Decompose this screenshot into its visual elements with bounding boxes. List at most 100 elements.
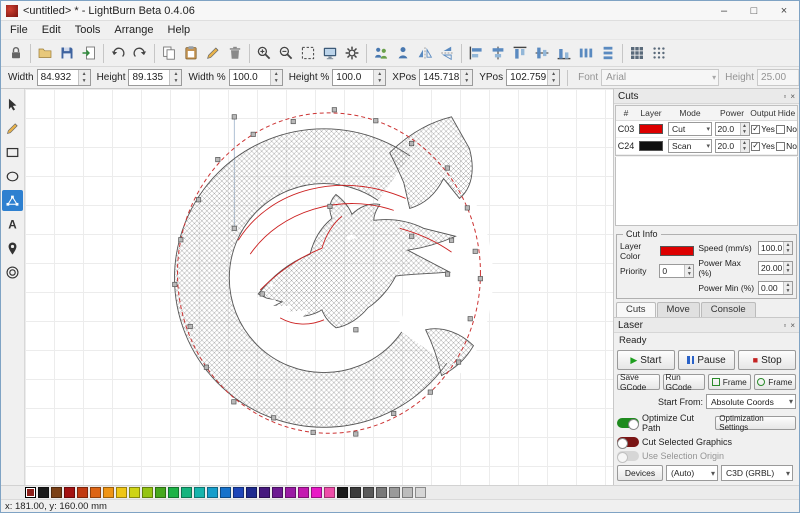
menu-file[interactable]: File <box>3 22 35 38</box>
font-select[interactable]: Arial <box>601 69 719 86</box>
selection-node[interactable] <box>354 432 358 436</box>
selection-node[interactable] <box>216 157 220 161</box>
palette-color-30[interactable] <box>415 487 426 498</box>
layer-power-input[interactable]: 20.0 <box>715 139 750 153</box>
open-file-button[interactable] <box>34 42 56 65</box>
preview-button[interactable] <box>319 42 341 65</box>
tab-console[interactable]: Console <box>701 302 756 317</box>
font-height-spinner[interactable] <box>798 70 799 85</box>
width-spinner[interactable] <box>78 70 90 85</box>
tab-cuts[interactable]: Cuts <box>616 302 656 317</box>
dock-close-icon[interactable]: × <box>790 321 795 330</box>
flip-vertical-button[interactable] <box>436 42 458 65</box>
palette-color-6[interactable] <box>103 487 114 498</box>
selection-node[interactable] <box>456 360 460 364</box>
selection-node[interactable] <box>232 400 236 404</box>
selection-node[interactable] <box>232 226 236 230</box>
flip-horizontal-button[interactable] <box>414 42 436 65</box>
priority-input[interactable]: 0 <box>659 264 694 278</box>
ellipse-tool[interactable] <box>2 166 23 187</box>
port-select[interactable]: (Auto) <box>666 465 718 481</box>
palette-color-4[interactable] <box>77 487 88 498</box>
selection-node[interactable] <box>374 119 378 123</box>
selection-node[interactable] <box>392 411 396 415</box>
palette-color-7[interactable] <box>116 487 127 498</box>
selection-node[interactable] <box>445 272 449 276</box>
power-max-input[interactable]: 20.00 <box>758 261 793 275</box>
width-pct-spinner[interactable] <box>270 70 282 85</box>
canvas-workspace[interactable] <box>25 89 613 485</box>
selection-node[interactable] <box>188 324 192 328</box>
device-select[interactable]: C3D (GRBL) <box>721 465 793 481</box>
dock-float-icon[interactable]: ▫ <box>783 92 786 101</box>
selection-node[interactable] <box>445 166 449 170</box>
align-bottom-button[interactable] <box>553 42 575 65</box>
palette-color-17[interactable] <box>246 487 257 498</box>
copy-button[interactable] <box>158 42 180 65</box>
pause-button[interactable]: Pause <box>678 350 736 370</box>
optimization-settings-button[interactable]: Optimization Settings <box>715 416 796 430</box>
selection-node[interactable] <box>409 141 413 145</box>
palette-color-19[interactable] <box>272 487 283 498</box>
frame-button[interactable]: Frame <box>708 374 751 390</box>
palette-color-8[interactable] <box>129 487 140 498</box>
hide-checkbox[interactable] <box>776 142 785 151</box>
palette-color-15[interactable] <box>220 487 231 498</box>
palette-color-28[interactable] <box>389 487 400 498</box>
palette-color-2[interactable] <box>51 487 62 498</box>
selection-node[interactable] <box>260 292 264 296</box>
width-pct-input[interactable]: 100.0 <box>229 69 283 86</box>
layer-power-input[interactable]: 20.0 <box>715 122 750 136</box>
text-tool[interactable]: A <box>2 214 23 235</box>
grid-array-button[interactable] <box>626 42 648 65</box>
group-button[interactable] <box>370 42 392 65</box>
import-button[interactable] <box>78 42 100 65</box>
maximize-button[interactable]: □ <box>739 1 769 20</box>
tab-move[interactable]: Move <box>657 302 700 317</box>
height-pct-input[interactable]: 100.0 <box>332 69 386 86</box>
save-gcode-button[interactable]: Save GCode <box>617 374 660 390</box>
stop-button[interactable]: ■Stop <box>738 350 796 370</box>
selection-node[interactable] <box>465 206 469 210</box>
align-top-button[interactable] <box>509 42 531 65</box>
dot-grid-button[interactable] <box>648 42 670 65</box>
height-input[interactable]: 89.135 <box>128 69 182 86</box>
ungroup-button[interactable] <box>392 42 414 65</box>
settings-button[interactable] <box>341 42 363 65</box>
draw-lines-tool[interactable] <box>2 118 23 139</box>
save-file-button[interactable] <box>56 42 78 65</box>
palette-color-23[interactable] <box>324 487 335 498</box>
cuts-list-empty-area[interactable] <box>615 157 798 226</box>
paste-button[interactable] <box>180 42 202 65</box>
optimize-cut-path-toggle[interactable] <box>617 418 639 428</box>
delete-button[interactable] <box>224 42 246 65</box>
layer-mode-select[interactable]: Cut <box>668 122 712 136</box>
use-selection-origin-toggle[interactable] <box>617 451 639 461</box>
align-left-button[interactable] <box>465 42 487 65</box>
selection-node[interactable] <box>468 317 472 321</box>
palette-color-1[interactable] <box>38 487 49 498</box>
height-pct-spinner[interactable] <box>373 70 385 85</box>
dock-float-icon[interactable]: ▫ <box>783 321 786 330</box>
selection-node[interactable] <box>291 119 295 123</box>
selection-node[interactable] <box>409 234 413 238</box>
close-button[interactable]: × <box>769 1 799 20</box>
palette-color-27[interactable] <box>376 487 387 498</box>
o-frame-button[interactable]: Frame <box>754 374 797 390</box>
align-center-button[interactable] <box>487 42 509 65</box>
start-from-select[interactable]: Absolute Coords <box>706 394 796 409</box>
palette-color-26[interactable] <box>363 487 374 498</box>
selection-node[interactable] <box>179 238 183 242</box>
ypos-input[interactable]: 102.759 <box>506 69 560 86</box>
distribute-vertical-button[interactable] <box>597 42 619 65</box>
output-checkbox[interactable] <box>751 142 760 151</box>
power-min-input[interactable]: 0.00 <box>758 281 793 295</box>
align-middle-button[interactable] <box>531 42 553 65</box>
xpos-input[interactable]: 145.718 <box>419 69 473 86</box>
selection-node[interactable] <box>173 282 177 286</box>
edit-button[interactable] <box>202 42 224 65</box>
layer-color-swatch[interactable] <box>636 141 666 151</box>
output-checkbox[interactable] <box>751 125 760 134</box>
width-input[interactable]: 84.932 <box>37 69 91 86</box>
devices-button[interactable]: Devices <box>617 465 663 481</box>
